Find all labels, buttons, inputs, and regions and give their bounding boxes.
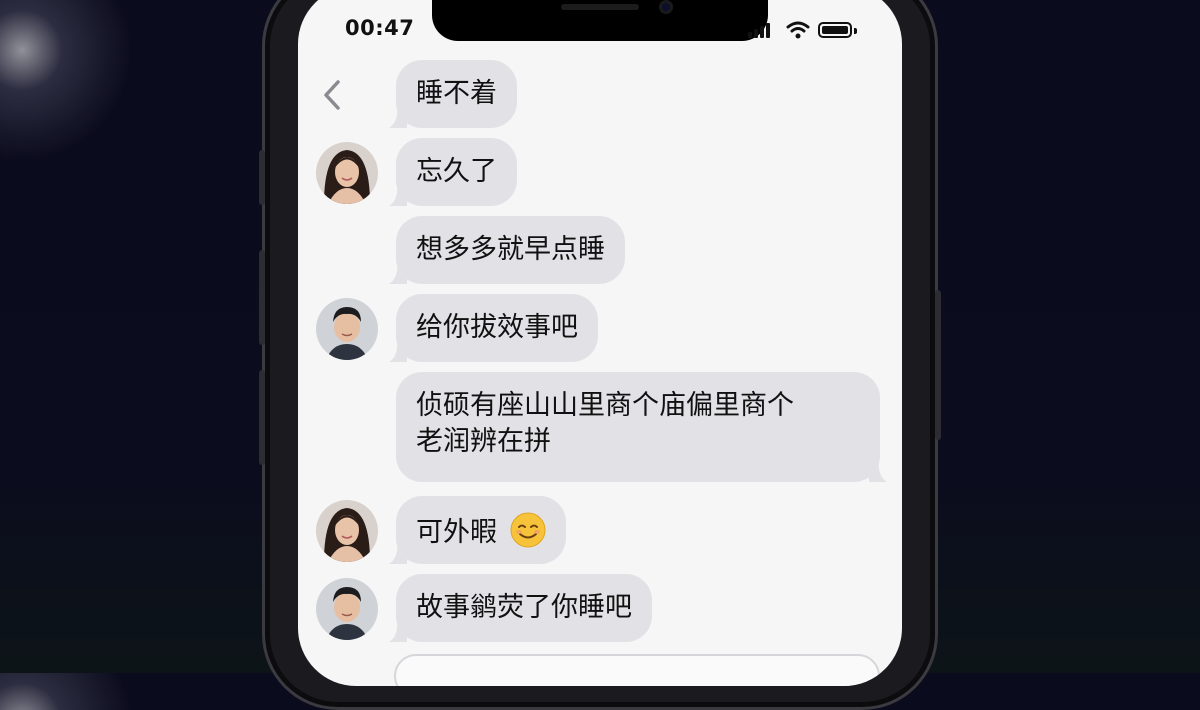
message-text: 忘久了 [416, 156, 497, 187]
phone-side-button [259, 150, 265, 205]
message-text: 给你拔效事吧 [416, 312, 578, 343]
bubble-tail [389, 260, 407, 284]
bubble-tail [389, 618, 407, 642]
earpiece-speaker [561, 4, 639, 10]
wifi-icon [786, 21, 810, 39]
phone-volume-up [259, 250, 265, 345]
male-avatar-icon [316, 578, 378, 640]
avatar-female[interactable] [316, 500, 378, 562]
message-text: 可外暇 [416, 517, 497, 548]
bubble-tail [389, 104, 407, 128]
male-avatar-icon [316, 298, 378, 360]
message-bubble: 故事鹟荧了你睡吧 [389, 574, 652, 642]
smiling-face-emoji-icon [510, 512, 546, 548]
female-avatar-icon [316, 500, 378, 562]
message-bubble: 睡不着 [389, 60, 517, 128]
bubble-tail [389, 182, 407, 206]
message-text: 睡不着 [416, 78, 497, 109]
phone-power-button [935, 290, 941, 440]
message-bubble: 忘久了 [389, 138, 517, 206]
bubble-tail [869, 458, 887, 482]
female-avatar-icon [316, 142, 378, 204]
notch [432, 0, 768, 41]
battery-cap [854, 28, 857, 34]
bubble-tail [389, 338, 407, 362]
message-text-line: 老润辨在拼 [416, 426, 551, 457]
battery-level [822, 26, 848, 34]
phone-screen: 00:47 睡不着 忘久了 想多多就早点睡 给你拔效事吧 侦硕有座山山里商个庙偏… [298, 0, 902, 686]
avatar-male[interactable] [316, 298, 378, 360]
status-time: 00:47 [345, 16, 415, 40]
avatar-female[interactable] [316, 142, 378, 204]
message-bubble: 给你拔效事吧 [389, 294, 598, 362]
back-chevron-icon[interactable] [318, 78, 348, 112]
message-input[interactable] [394, 654, 880, 686]
message-bubble: 可外暇 [389, 496, 566, 564]
message-text: 故事鹟荧了你睡吧 [416, 592, 632, 623]
phone-volume-down [259, 370, 265, 465]
status-icons [748, 20, 878, 40]
message-bubble: 想多多就早点睡 [389, 216, 625, 284]
battery-icon [818, 22, 852, 38]
bubble-tail [389, 540, 407, 564]
message-bubble: 侦硕有座山山里商个庙偏里商个 老润辨在拼 [396, 372, 887, 482]
front-camera [659, 0, 673, 14]
message-text-line: 侦硕有座山山里商个庙偏里商个 [416, 390, 794, 421]
message-text: 想多多就早点睡 [416, 234, 605, 265]
avatar-male[interactable] [316, 578, 378, 640]
